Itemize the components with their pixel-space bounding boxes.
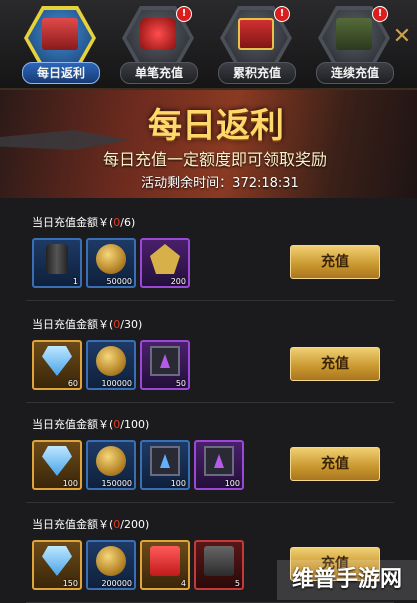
row-target: /200) [120,518,150,531]
gift-icon [42,18,78,50]
reward-item[interactable]: 4 [140,540,190,590]
item-count: 5 [234,579,240,588]
chip-blue-icon [150,446,180,476]
reward-item[interactable]: 100 [32,440,82,490]
row-target: /30) [120,318,143,331]
row-prefix: 当日充值金额￥( [32,518,114,531]
tab-cumulative-charge[interactable]: 累积充值 ! [216,4,296,84]
countdown-value: 372:18:31 [232,176,299,191]
reward-item[interactable]: 50000 [86,238,136,288]
emblem-icon [150,244,180,274]
tab-label: 累积充值 [218,62,296,84]
tab-consecutive-charge[interactable]: 连续充值 ! [314,4,394,84]
tab-daily-rebate[interactable]: 每日返利 [20,4,100,84]
item-count: 200000 [101,579,132,588]
tab-bar: 每日返利 单笔充值 ! 累积充值 ! 连续充值 ! ✕ [0,0,417,90]
coin-icon [96,546,126,576]
row-prefix: 当日充值金额￥( [32,318,114,331]
reward-item[interactable]: 100 [194,440,244,490]
tab-single-charge[interactable]: 单笔充值 ! [118,4,198,84]
tab-label: 连续充值 [316,62,394,84]
reward-item[interactable]: 5 [194,540,244,590]
item-count: 150000 [101,479,132,488]
alert-badge: ! [372,6,388,22]
item-count: 1 [72,277,78,286]
alert-badge: ! [274,6,290,22]
item-count: 100 [224,479,240,488]
charge-button[interactable]: 充值 [290,245,380,279]
gift-icon [140,18,176,50]
reward-item[interactable]: 200 [140,238,190,288]
watermark: 维普手游网 [277,560,417,600]
item-count: 100 [62,479,78,488]
gift-box-icon [150,546,180,576]
gift-icon [238,18,274,50]
coin-icon [96,446,126,476]
gem-icon [42,546,72,576]
item-count: 200 [170,277,186,286]
crate-icon [336,18,372,50]
reward-item[interactable]: 100000 [86,340,136,390]
reward-row: 当日充值金额￥(0/6) 1 50000 200 充值 [26,200,394,301]
reward-item[interactable]: 100 [140,440,190,490]
row-target: /6) [120,216,136,229]
row-prefix: 当日充值金额￥( [32,216,114,229]
charge-button[interactable]: 充值 [290,347,380,381]
charge-button[interactable]: 充值 [290,447,380,481]
item-count: 60 [67,379,78,388]
gem-icon [42,346,72,376]
reward-item[interactable]: 1 [32,238,82,288]
case-icon [204,546,234,576]
tab-label: 每日返利 [22,62,100,84]
countdown-label: 活动剩余时间： [141,176,233,191]
item-count: 50 [175,379,186,388]
close-icon[interactable]: ✕ [391,26,413,48]
row-title: 当日充值金额￥(0/6) [32,214,135,230]
row-title: 当日充值金额￥(0/200) [32,516,149,532]
reward-item[interactable]: 50 [140,340,190,390]
row-title: 当日充值金额￥(0/30) [32,316,142,332]
coin-icon [96,346,126,376]
chip-purple-icon [204,446,234,476]
tab-label: 单笔充值 [120,62,198,84]
item-count: 50000 [106,277,132,286]
row-target: /100) [120,418,150,431]
countdown: 活动剩余时间：372:18:31 [120,172,320,191]
event-banner: 每日返利 每日充值一定额度即可领取奖励 活动剩余时间：372:18:31 [0,90,417,198]
reward-item[interactable]: 60 [32,340,82,390]
reward-item[interactable]: 150 [32,540,82,590]
item-count: 150 [62,579,78,588]
item-count: 100000 [101,379,132,388]
alert-badge: ! [176,6,192,22]
row-prefix: 当日充值金额￥( [32,418,114,431]
banner-subtitle: 每日充值一定额度即可领取奖励 [102,150,327,169]
row-title: 当日充值金额￥(0/100) [32,416,149,432]
coin-icon [96,244,126,274]
banner-title: 每日返利 [148,106,284,146]
reward-item[interactable]: 200000 [86,540,136,590]
reward-row: 当日充值金额￥(0/30) 60 100000 50 充值 [26,302,394,403]
item-count: 100 [170,479,186,488]
barrel-icon [46,244,68,274]
reward-row: 当日充值金额￥(0/100) 100 150000 100 100 充值 [26,402,394,503]
chip-purple-icon [150,346,180,376]
item-count: 4 [180,579,186,588]
gem-icon [42,446,72,476]
reward-item[interactable]: 150000 [86,440,136,490]
